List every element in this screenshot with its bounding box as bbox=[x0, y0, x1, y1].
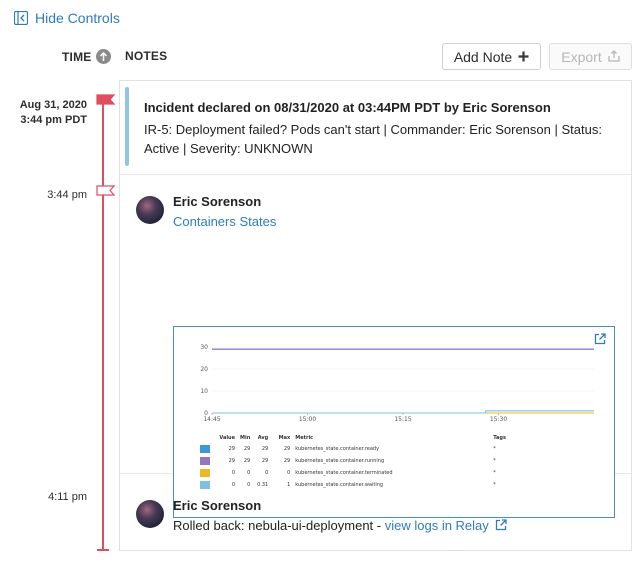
legend-max: 29 bbox=[283, 446, 291, 452]
legend-header-tags: Tags bbox=[493, 435, 506, 441]
note-item: Eric Sorenson Rolled back: nebula-ui-dep… bbox=[120, 475, 631, 550]
x-tick-label: 15:30 bbox=[490, 416, 507, 423]
legend-header-value: Value bbox=[219, 435, 235, 441]
sort-ascending-button[interactable] bbox=[96, 49, 112, 64]
avatar bbox=[136, 500, 164, 528]
legend-avg: 29 bbox=[261, 458, 269, 464]
avatar bbox=[136, 196, 164, 224]
legend-metric: kubernetes_state.container.ready bbox=[295, 446, 380, 452]
arrow-up-icon bbox=[100, 51, 108, 61]
line-chart: 010203014:45 15:00 15:15 15:30 bbox=[200, 344, 594, 423]
note-flag-icon bbox=[96, 185, 116, 196]
legend-row: 29 29 29 29 kubernetes_state.container.r… bbox=[200, 443, 506, 455]
containers-states-link[interactable]: Containers States bbox=[173, 214, 276, 229]
legend-header-max: Max bbox=[278, 435, 291, 441]
legend-value: 29 bbox=[228, 446, 235, 452]
legend-min: 29 bbox=[243, 458, 251, 464]
timeline-end-cap bbox=[97, 549, 109, 551]
legend-header-row: Value Min Avg Max Metric Tags bbox=[200, 433, 506, 443]
x-tick-label: 15:00 bbox=[299, 416, 316, 423]
note-author: Eric Sorenson bbox=[173, 194, 262, 209]
notes-panel: Incident declared on 08/31/2020 at 03:44… bbox=[119, 80, 632, 551]
legend-header-avg: Avg bbox=[257, 435, 269, 441]
timeline-line bbox=[102, 96, 104, 551]
legend-min: 29 bbox=[243, 446, 251, 452]
incident-accent-bar bbox=[125, 87, 129, 166]
hide-controls-link[interactable]: Hide Controls bbox=[13, 10, 120, 26]
add-note-label: Add Note bbox=[453, 48, 513, 65]
legend-swatch bbox=[200, 445, 210, 453]
incident-timestamp: Aug 31, 2020 3:44 pm PDT bbox=[18, 98, 87, 128]
notes-column-header: NOTES bbox=[125, 49, 168, 63]
incident-flag-icon bbox=[96, 94, 116, 105]
legend-value: 29 bbox=[228, 458, 235, 464]
hide-controls-label: Hide Controls bbox=[35, 10, 120, 26]
incident-declaration: Incident declared on 08/31/2020 at 03:44… bbox=[120, 81, 631, 175]
incident-date: Aug 31, 2020 bbox=[19, 99, 87, 111]
relay-logs-label: view logs in Relay bbox=[384, 518, 489, 533]
time-column-label: TIME bbox=[62, 49, 92, 64]
legend-header-min: Min bbox=[240, 435, 251, 441]
incident-detail: IR-5: Deployment failed? Pods can't star… bbox=[144, 122, 602, 156]
collapse-panel-icon bbox=[13, 10, 29, 26]
plus-icon bbox=[518, 49, 529, 65]
note-author: Eric Sorenson bbox=[173, 498, 262, 513]
incident-title: Incident declared on 08/31/2020 at 03:44… bbox=[144, 100, 551, 115]
legend-tags: * bbox=[493, 446, 496, 452]
incident-time: 3:44 pm PDT bbox=[20, 114, 87, 126]
rollback-message: Rolled back: nebula-ui-deployment - bbox=[173, 518, 385, 533]
note-item: Eric Sorenson Containers States 0 10 20 30 1… bbox=[120, 176, 631, 518]
export-button[interactable]: Export bbox=[549, 43, 632, 70]
add-note-button[interactable]: Add Note bbox=[442, 43, 541, 70]
note-text: Rolled back: nebula-ui-deployment - view… bbox=[173, 518, 508, 533]
legend-tags: * bbox=[493, 458, 496, 464]
legend-avg: 29 bbox=[261, 446, 269, 452]
external-link-icon bbox=[496, 519, 508, 531]
x-tick-label: 14:45 bbox=[203, 416, 220, 423]
x-tick-label: 15:15 bbox=[394, 416, 411, 423]
legend-header-metric: Metric bbox=[295, 435, 314, 441]
legend-row: 29 29 29 29 kubernetes_state.container.r… bbox=[200, 455, 506, 467]
relay-logs-link[interactable]: view logs in Relay bbox=[385, 518, 508, 533]
y-tick-label: 30 bbox=[200, 344, 208, 351]
note2-timestamp: 4:11 pm bbox=[48, 491, 87, 503]
legend-metric: kubernetes_state.container.running bbox=[295, 458, 385, 464]
share-icon bbox=[608, 49, 620, 65]
time-column-header: TIME bbox=[62, 49, 112, 64]
note1-timestamp: 3:44 pm bbox=[47, 189, 87, 201]
legend-max: 29 bbox=[283, 458, 291, 464]
y-tick-label: 20 bbox=[200, 366, 208, 373]
legend-swatch bbox=[200, 457, 210, 465]
export-label: Export bbox=[561, 48, 602, 65]
y-tick-label: 10 bbox=[200, 388, 208, 395]
